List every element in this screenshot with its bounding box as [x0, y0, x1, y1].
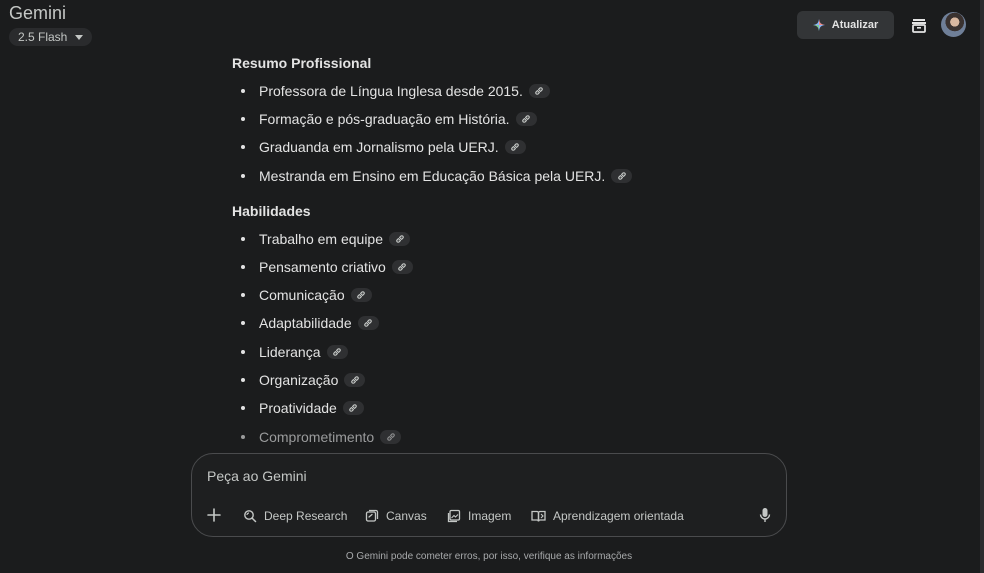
section-heading: Habilidades: [232, 203, 311, 219]
list-item-text: Liderança: [259, 344, 321, 360]
list-item: Trabalho em equipe: [241, 229, 411, 249]
list-item: Mestranda em Ensino em Educação Básica p…: [241, 166, 633, 186]
link-icon: [333, 348, 341, 356]
list-item: Liderança: [241, 342, 348, 362]
source-link-button[interactable]: [344, 373, 366, 387]
image-button[interactable]: Imagem: [447, 506, 511, 526]
list-item-text: Trabalho em equipe: [259, 231, 384, 247]
list-item-text: Comprometimento: [259, 429, 375, 445]
source-link-button[interactable]: [357, 316, 379, 330]
list-item: Professora de Língua Inglesa desde 2015.: [241, 81, 550, 101]
list-item-text: Adaptabilidade: [259, 315, 352, 331]
canvas-label: Canvas: [386, 509, 427, 523]
bullet-icon: [241, 378, 245, 382]
bullet-icon: [241, 265, 245, 269]
list-item: Comprometimento: [241, 427, 402, 447]
bullet-icon: [241, 406, 245, 410]
list-item-text: Organização: [259, 372, 339, 388]
guided-learning-icon: [531, 510, 546, 522]
link-icon: [357, 291, 365, 299]
link-icon: [386, 433, 395, 441]
sparkle-icon: [812, 19, 825, 31]
bullet-icon: [241, 145, 245, 149]
disclaimer: O Gemini pode cometer erros, por isso, v…: [345, 551, 633, 562]
update-label: Atualizar: [831, 19, 879, 31]
history-button[interactable]: [908, 14, 930, 36]
link-icon: [522, 115, 530, 123]
deep-research-icon: [244, 510, 257, 523]
source-link-button[interactable]: [342, 401, 364, 415]
app-title: Gemini: [9, 3, 67, 23]
canvas-icon: [365, 509, 379, 522]
bullet-icon: [241, 89, 245, 93]
link-icon: [535, 87, 544, 95]
caret-down-icon: [75, 34, 84, 40]
image-label: Imagem: [468, 509, 512, 523]
bullet-icon: [241, 117, 245, 121]
image-icon: [447, 509, 461, 523]
source-link-button[interactable]: [611, 169, 633, 183]
source-link-button[interactable]: [504, 140, 526, 154]
link-icon: [511, 143, 519, 151]
bullet-icon: [241, 321, 245, 325]
link-icon: [395, 235, 404, 243]
prompt-box[interactable]: Peça ao Gemini Deep Research Canvas Imag…: [191, 453, 787, 537]
bullet-icon: [241, 435, 245, 439]
source-link-button[interactable]: [350, 288, 372, 302]
source-link-button[interactable]: [389, 232, 411, 246]
model-selector[interactable]: 2.5 Flash: [9, 28, 93, 46]
scrollbar[interactable]: [980, 0, 984, 573]
link-icon: [349, 404, 358, 412]
bullet-icon: [241, 237, 245, 241]
list-item: Comunicação: [241, 285, 372, 305]
link-icon: [364, 319, 372, 327]
bullet-icon: [241, 350, 245, 354]
section-heading: Resumo Profissional: [232, 55, 372, 71]
list-item: Pensamento criativo: [241, 257, 413, 277]
guided-learning-button[interactable]: Aprendizagem orientada: [531, 506, 684, 526]
list-item-text: Mestranda em Ensino em Educação Básica p…: [259, 168, 606, 184]
source-link-button[interactable]: [515, 112, 537, 126]
list-item: Formação e pós-graduação em História.: [241, 109, 537, 129]
mic-icon[interactable]: [758, 507, 772, 523]
list-item-text: Pensamento criativo: [259, 259, 386, 275]
update-button[interactable]: Atualizar: [797, 11, 894, 39]
source-link-button[interactable]: [326, 345, 348, 359]
source-link-button[interactable]: [391, 260, 413, 274]
list-item: Proatividade: [241, 398, 364, 418]
bullet-icon: [241, 174, 245, 178]
model-label: 2.5 Flash: [18, 30, 68, 44]
bullet-icon: [241, 293, 245, 297]
link-icon: [351, 376, 359, 384]
list-item-text: Professora de Língua Inglesa desde 2015.: [259, 83, 523, 99]
history-icon: [912, 19, 926, 33]
prompt-input[interactable]: Peça ao Gemini: [207, 468, 307, 484]
deep-research-button[interactable]: Deep Research: [243, 506, 347, 526]
list-item-text: Formação e pós-graduação em História.: [259, 111, 510, 127]
source-link-button[interactable]: [528, 84, 550, 98]
guided-learning-label: Aprendizagem orientada: [553, 509, 684, 523]
list-item: Adaptabilidade: [241, 313, 379, 333]
list-item-text: Proatividade: [259, 400, 337, 416]
list-item: Graduanda em Jornalismo pela UERJ.: [241, 137, 526, 157]
avatar[interactable]: [941, 12, 966, 37]
plus-icon[interactable]: [206, 507, 222, 523]
deep-research-label: Deep Research: [264, 509, 348, 523]
source-link-button[interactable]: [380, 430, 402, 444]
list-item-text: Graduanda em Jornalismo pela UERJ.: [259, 139, 499, 155]
canvas-button[interactable]: Canvas: [365, 506, 427, 526]
link-icon: [398, 263, 407, 271]
list-item: Organização: [241, 370, 366, 390]
link-icon: [618, 172, 626, 180]
list-item-text: Comunicação: [259, 287, 345, 303]
